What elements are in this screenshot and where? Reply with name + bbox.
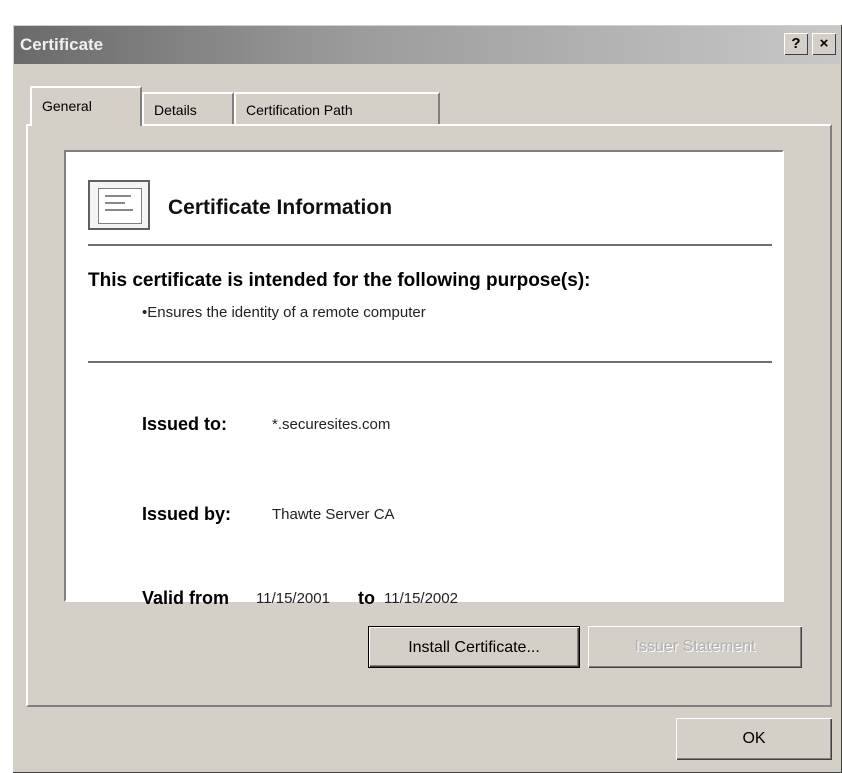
- valid-from-label: Valid from: [142, 588, 230, 608]
- help-button[interactable]: ?: [784, 33, 808, 55]
- issued-by-value: Thawte Server CA: [272, 506, 395, 523]
- certificate-dialog: Certificate ? × General Details Certific…: [12, 24, 842, 773]
- valid-to-label: to: [358, 588, 375, 608]
- tab-details[interactable]: Details: [142, 92, 234, 124]
- tab-general[interactable]: General: [30, 86, 142, 126]
- divider: [88, 244, 772, 246]
- certificate-info-heading: Certificate Information: [168, 196, 393, 219]
- issued-to-value: *.securesites.com: [272, 416, 391, 433]
- close-button[interactable]: ×: [812, 33, 836, 55]
- certificate-info-box: Certificate Information This certificate…: [64, 150, 784, 608]
- issued-to-label: Issued to:: [142, 414, 228, 434]
- tab-certification-path[interactable]: Certification Path: [234, 92, 440, 124]
- window-title: Certificate: [20, 35, 104, 54]
- purpose-item: •Ensures the identity of a remote comput…: [142, 304, 426, 321]
- issued-by-label: Issued by:: [142, 504, 232, 524]
- certificate-icon: [88, 180, 150, 230]
- issuer-statement-button[interactable]: Issuer Statement: [588, 626, 802, 668]
- title-bar[interactable]: Certificate ? ×: [14, 26, 840, 64]
- valid-to-value: 11/15/2002: [384, 590, 458, 607]
- purpose-intro-text: This certificate is intended for the fol…: [88, 270, 591, 291]
- valid-from-value: 11/15/2001: [256, 590, 330, 607]
- ok-button[interactable]: OK: [676, 718, 832, 760]
- install-certificate-button[interactable]: Install Certificate...: [368, 626, 580, 668]
- divider: [88, 361, 772, 363]
